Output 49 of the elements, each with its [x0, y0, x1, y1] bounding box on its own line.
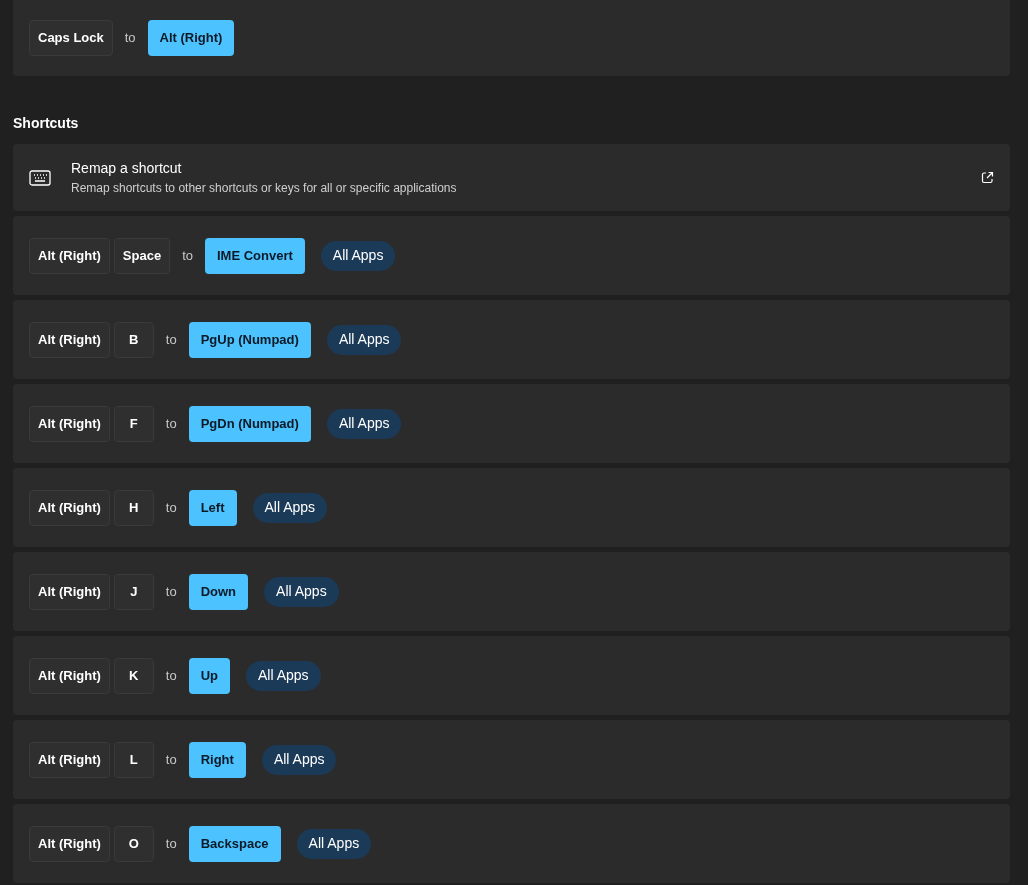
source-key: J: [113, 573, 154, 610]
target-key: Right: [188, 741, 246, 778]
source-key: Alt (Right): [29, 741, 110, 778]
scope-badge: All Apps: [264, 576, 339, 607]
remap-shortcut-title: Remap a shortcut: [71, 159, 183, 178]
target-key: Up: [188, 657, 230, 694]
target-key: PgUp (Numpad): [188, 321, 311, 358]
external-link-icon[interactable]: [981, 171, 994, 184]
remap-shortcut-card[interactable]: Remap a shortcut Remap shortcuts to other shortcuts or keys for all or specific applications: [13, 144, 1010, 211]
source-key: L: [113, 741, 154, 778]
source-key: Alt (Right): [29, 573, 110, 610]
source-key: O: [113, 825, 154, 862]
scope-badge: All Apps: [296, 828, 372, 859]
source-key: Caps Lock: [29, 19, 113, 56]
source-key: Alt (Right): [29, 825, 110, 862]
scope-badge: All Apps: [326, 324, 402, 355]
source-key: B: [113, 321, 154, 358]
source-key: K: [113, 657, 154, 694]
to-label: to: [165, 750, 177, 769]
to-label: to: [165, 666, 177, 685]
source-key: Alt (Right): [29, 489, 110, 526]
source-key: Space: [113, 237, 171, 274]
source-key: Alt (Right): [29, 237, 110, 274]
scope-badge: All Apps: [261, 744, 337, 775]
keyboard-icon: [29, 169, 51, 186]
scope-badge: All Apps: [326, 408, 402, 439]
target-key: Backspace: [188, 825, 281, 862]
source-key: Alt (Right): [29, 657, 110, 694]
to-label: to: [182, 246, 193, 265]
scope-badge: All Apps: [246, 660, 321, 691]
source-key: F: [113, 405, 154, 442]
source-key: Alt (Right): [29, 321, 110, 358]
to-label: to: [165, 414, 177, 433]
to-label: to: [165, 834, 177, 853]
target-key: IME Convert: [204, 237, 305, 274]
scope-badge: All Apps: [320, 240, 396, 271]
target-key: Down: [188, 573, 249, 610]
target-key: Alt (Right): [147, 19, 235, 56]
to-label: to: [165, 330, 177, 349]
scope-badge: All Apps: [252, 492, 328, 523]
section-title: Shortcuts: [13, 114, 80, 133]
source-key: H: [113, 489, 154, 526]
target-key: Left: [188, 489, 237, 526]
source-key: Alt (Right): [29, 405, 110, 442]
to-label: to: [165, 498, 177, 517]
remap-shortcut-description: Remap shortcuts to other shortcuts or keys for all or specific applications: [71, 180, 458, 197]
to-label: to: [124, 28, 136, 47]
target-key: PgDn (Numpad): [188, 405, 311, 442]
to-label: to: [165, 582, 177, 601]
